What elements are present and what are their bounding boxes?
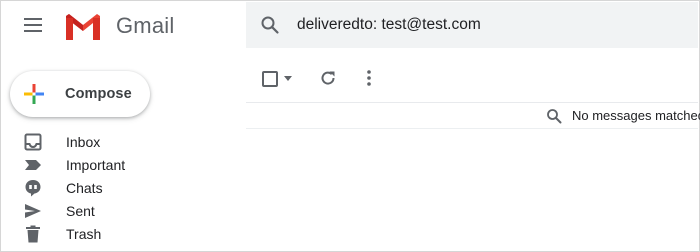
search-bar[interactable]: deliveredto: test@test.com [246,2,698,48]
app-name: Gmail [116,13,175,38]
compose-label: Compose [65,86,132,102]
sidebar-item-chats[interactable]: Chats [0,177,240,200]
compose-button[interactable]: Compose [10,71,150,117]
trash-icon [26,225,40,243]
caret-down-icon[interactable] [284,76,292,81]
sidebar-item-label: Chats [66,180,103,196]
sidebar-item-inbox[interactable]: Inbox [0,131,240,154]
important-icon [25,160,41,170]
sidebar-nav: Inbox Important Chats Sent Trash [0,131,240,246]
compose-plus-icon [24,84,44,104]
sidebar-item-label: Important [66,157,126,173]
sidebar-item-label: Sent [66,203,95,219]
sidebar-item-important[interactable]: Important [0,154,240,177]
results-divider [246,128,698,129]
no-results-text: No messages matched [572,108,700,123]
hamburger-menu-icon [24,18,42,32]
search-input[interactable]: deliveredto: test@test.com [297,16,481,34]
sidebar-item-label: Inbox [66,134,101,150]
sidebar-item-trash[interactable]: Trash [0,223,240,246]
gmail-logo[interactable]: Gmail [64,10,174,42]
search-icon[interactable] [260,15,280,35]
main-menu-button[interactable] [20,13,46,37]
toolbar-divider [246,102,698,103]
inbox-icon [24,133,42,151]
more-vert-icon[interactable] [359,68,379,88]
sent-icon [25,204,41,218]
message-toolbar [246,56,698,102]
refresh-icon[interactable] [318,68,338,88]
sidebar-item-label: Trash [66,226,102,242]
sidebar-item-sent[interactable]: Sent [0,200,240,223]
select-all-checkbox[interactable] [262,71,278,87]
gmail-m-logo-icon [66,14,100,40]
chats-icon [25,180,41,197]
search-icon [547,109,562,124]
